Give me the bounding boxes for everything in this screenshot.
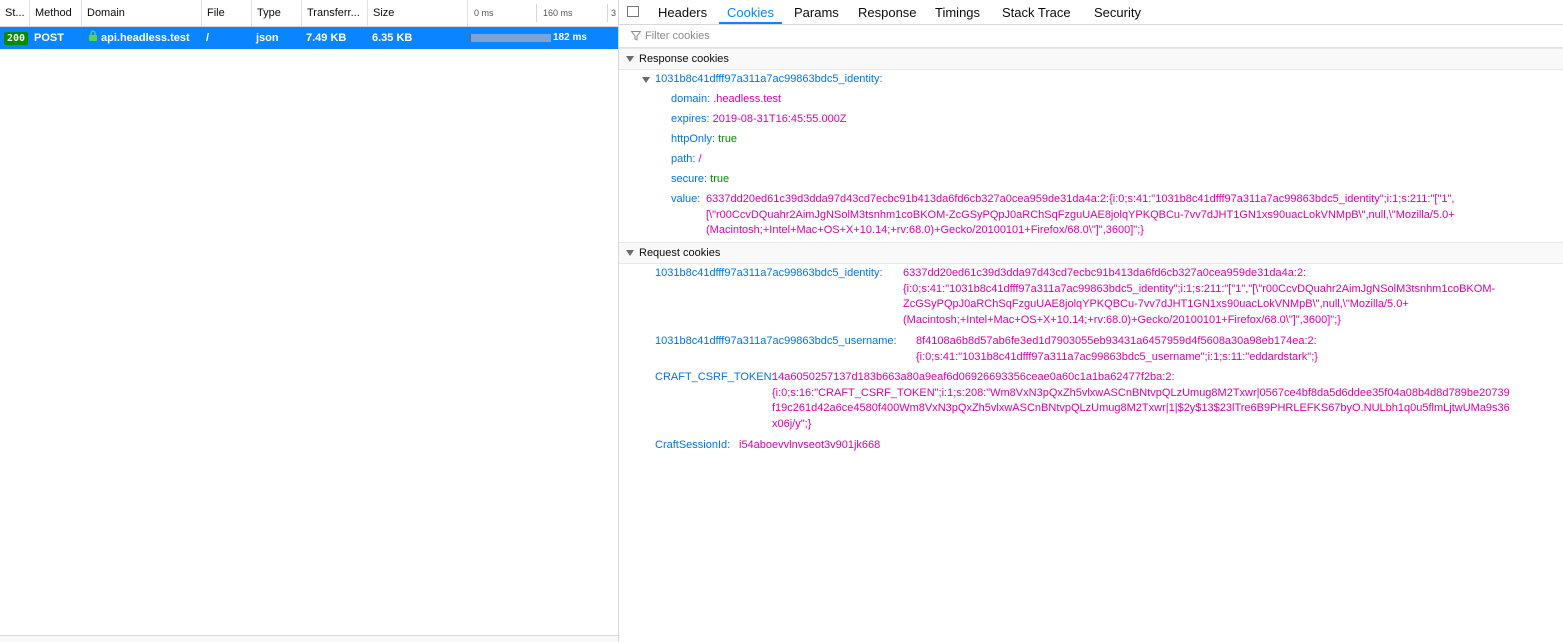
tab-response[interactable]: Response: [858, 0, 917, 24]
request-list-panel: St... Method Domain File Type Transferr.…: [0, 0, 619, 642]
type-cell: json: [256, 32, 279, 44]
duration-label: 182 ms: [553, 32, 587, 43]
tab-security[interactable]: Security: [1094, 0, 1141, 24]
status-badge: 200: [4, 32, 29, 45]
status-bar: [0, 635, 618, 642]
expand-arrow-icon[interactable]: [626, 250, 634, 256]
timeline-tick-0: 0 ms: [474, 8, 494, 18]
request-row[interactable]: 200 POST api.headless.test / json 7.49 K…: [0, 27, 618, 49]
column-method[interactable]: Method: [30, 0, 82, 26]
status-cell: 200: [4, 27, 29, 49]
expand-arrow-icon[interactable]: [642, 77, 650, 83]
cookie-prop-httponly: httpOnly: true: [671, 133, 738, 145]
tab-cookies[interactable]: Cookies: [719, 0, 782, 24]
tab-headers[interactable]: Headers: [658, 0, 707, 24]
tab-params[interactable]: Params: [794, 0, 839, 24]
tab-timings[interactable]: Timings: [935, 0, 980, 24]
response-cookies-header[interactable]: Response cookies: [619, 48, 1563, 70]
expand-arrow-icon[interactable]: [626, 56, 634, 62]
cookie-name[interactable]: 1031b8c41dfff97a311a7ac99863bdc5_identit…: [655, 73, 883, 85]
cookie-name[interactable]: CraftSessionId:: [655, 439, 730, 451]
cookie-name[interactable]: 1031b8c41dfff97a311a7ac99863bdc5_usernam…: [655, 335, 897, 347]
waterfall-bar: [469, 34, 551, 42]
size-cell: 6.35 KB: [372, 32, 413, 44]
column-file[interactable]: File: [202, 0, 252, 26]
tab-stack-trace[interactable]: Stack Trace: [1002, 0, 1071, 24]
cookie-prop-value: 6337dd20ed61c39d3dda97d43cd7ecbc91b413da…: [706, 193, 1455, 236]
details-panel: Headers Cookies Params Response Timings …: [619, 0, 1563, 642]
section-label: Request cookies: [639, 247, 721, 259]
cookie-value: i54aboevvlnvseot3v901jk668: [739, 439, 881, 451]
details-tab-bar: Headers Cookies Params Response Timings …: [619, 0, 1563, 25]
column-status[interactable]: St...: [0, 0, 30, 26]
timeline-tick-160: 160 ms: [543, 8, 573, 18]
cookie-value: 6337dd20ed61c39d3dda97d43cd7ecbc91b413da…: [903, 267, 1496, 326]
filter-cookies-input[interactable]: [645, 27, 1045, 45]
column-domain[interactable]: Domain: [82, 0, 202, 26]
timeline-tick-mark: [536, 4, 537, 22]
cookie-value: 14a6050257137d183b663a80a9eaf6d069266933…: [772, 371, 1510, 430]
toggle-sidebar-icon[interactable]: [627, 6, 639, 17]
cookie-prop-secure: secure: true: [671, 173, 730, 185]
response-cookie-tree: 1031b8c41dfff97a311a7ac99863bdc5_identit…: [619, 70, 1563, 242]
file-cell: /: [206, 32, 210, 44]
cookie-name[interactable]: CRAFT_CSRF_TOKEN:: [655, 371, 775, 383]
cookie-prop-path: path: /: [671, 153, 702, 165]
request-cookies-header[interactable]: Request cookies: [619, 242, 1563, 264]
cookie-prop-value-key: value:: [671, 193, 701, 205]
cookie-value: 8f4108a6b8d57ab6fe3ed1d7903055eb93431a64…: [916, 335, 1318, 363]
domain-cell: api.headless.test: [88, 27, 190, 49]
column-size[interactable]: Size: [368, 0, 468, 26]
cookie-prop-domain: domain: .headless.test: [671, 93, 782, 105]
request-table-header: St... Method Domain File Type Transferr.…: [0, 0, 618, 27]
method-cell: POST: [34, 32, 64, 44]
transferred-cell: 7.49 KB: [306, 32, 347, 44]
timeline-tick-320: 3: [611, 8, 617, 18]
filter-bar: [619, 25, 1563, 48]
response-cookies-section: Response cookies: [619, 48, 1563, 70]
request-cookies-section: Request cookies: [619, 242, 1563, 264]
filter-icon: [630, 31, 642, 44]
domain-text: api.headless.test: [101, 32, 190, 44]
lock-icon: [88, 27, 98, 49]
cookie-name[interactable]: 1031b8c41dfff97a311a7ac99863bdc5_identit…: [655, 267, 883, 279]
column-transferred[interactable]: Transferr...: [302, 0, 368, 26]
cookie-prop-expires: expires: 2019-08-31T16:45:55.000Z: [671, 113, 847, 125]
section-label: Response cookies: [639, 53, 729, 65]
column-type[interactable]: Type: [252, 0, 302, 26]
